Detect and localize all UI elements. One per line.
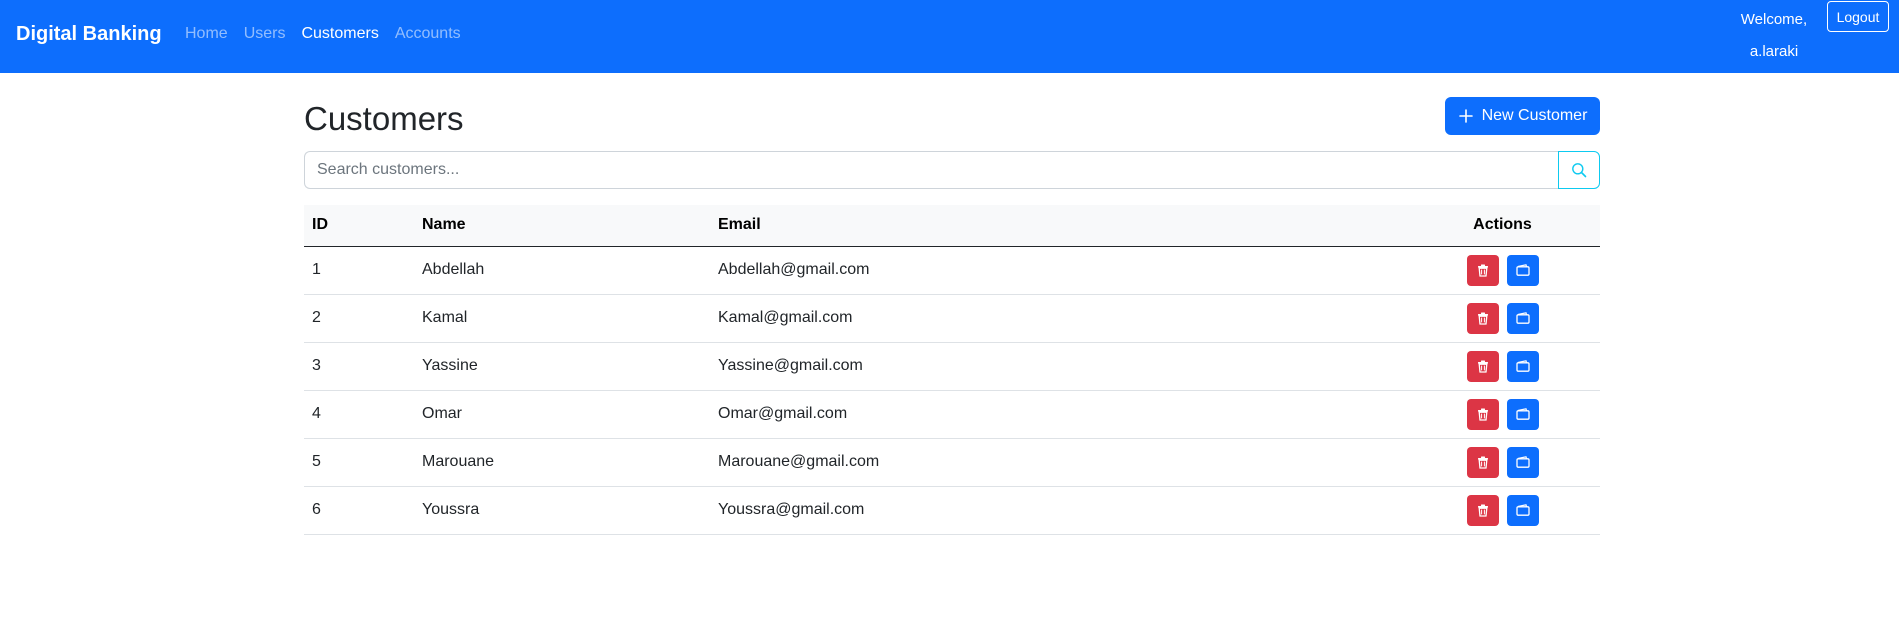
customers-table: ID Name Email Actions 1 Abdellah Abdellah@… bbox=[304, 205, 1600, 535]
row-actions bbox=[1466, 254, 1539, 286]
cell-actions bbox=[1405, 390, 1600, 439]
search-button[interactable] bbox=[1558, 151, 1600, 189]
customer-accounts-button[interactable] bbox=[1506, 446, 1539, 478]
row-actions bbox=[1466, 494, 1539, 526]
nav-link-accounts[interactable]: Accounts bbox=[395, 22, 461, 46]
cell-id: 1 bbox=[304, 246, 414, 295]
nav-link-home[interactable]: Home bbox=[185, 22, 228, 46]
nav-link-users[interactable]: Users bbox=[244, 22, 286, 46]
trash-icon bbox=[1477, 504, 1488, 517]
search-input[interactable] bbox=[304, 151, 1558, 189]
cell-id: 4 bbox=[304, 390, 414, 439]
cell-name: Marouane bbox=[414, 438, 710, 487]
row-actions bbox=[1466, 302, 1539, 334]
cell-actions bbox=[1405, 246, 1600, 295]
cell-name: Yassine bbox=[414, 342, 710, 391]
plus-icon bbox=[1458, 109, 1473, 123]
trash-icon bbox=[1477, 312, 1488, 325]
customer-accounts-button[interactable] bbox=[1506, 398, 1539, 430]
cell-id: 5 bbox=[304, 438, 414, 487]
wallet-icon bbox=[1515, 360, 1530, 372]
nav-links: Home Users Customers Accounts bbox=[185, 22, 461, 46]
delete-customer-button[interactable] bbox=[1466, 350, 1499, 382]
search-bar bbox=[304, 151, 1600, 189]
delete-customer-button[interactable] bbox=[1466, 254, 1499, 286]
cell-name: Abdellah bbox=[414, 246, 710, 295]
trash-icon bbox=[1477, 360, 1488, 373]
row-actions bbox=[1466, 350, 1539, 382]
new-customer-button[interactable]: New Customer bbox=[1445, 97, 1600, 135]
brand-logo[interactable]: Digital Banking bbox=[16, 20, 162, 48]
table-row: 1 Abdellah Abdellah@gmail.com bbox=[304, 246, 1600, 295]
cell-email: Youssra@gmail.com bbox=[710, 486, 1405, 535]
search-icon bbox=[1572, 163, 1587, 178]
cell-email: Yassine@gmail.com bbox=[710, 342, 1405, 391]
table-header: ID Name Email Actions bbox=[304, 205, 1600, 247]
cell-email: Marouane@gmail.com bbox=[710, 438, 1405, 487]
delete-customer-button[interactable] bbox=[1466, 446, 1499, 478]
wallet-icon bbox=[1515, 312, 1530, 324]
cell-email: Abdellah@gmail.com bbox=[710, 246, 1405, 295]
cell-actions bbox=[1405, 438, 1600, 487]
table-row: 5 Marouane Marouane@gmail.com bbox=[304, 438, 1600, 487]
top-navbar: Digital Banking Home Users Customers Acc… bbox=[0, 0, 1899, 73]
delete-customer-button[interactable] bbox=[1466, 302, 1499, 334]
table-row: 4 Omar Omar@gmail.com bbox=[304, 390, 1600, 439]
cell-id: 2 bbox=[304, 294, 414, 343]
table-body: 1 Abdellah Abdellah@gmail.com 2 Kamal Kamal@g… bbox=[304, 246, 1600, 535]
table-row: 3 Yassine Yassine@gmail.com bbox=[304, 342, 1600, 391]
cell-email: Kamal@gmail.com bbox=[710, 294, 1405, 343]
customer-accounts-button[interactable] bbox=[1506, 350, 1539, 382]
customer-accounts-button[interactable] bbox=[1506, 254, 1539, 286]
table-row: 2 Kamal Kamal@gmail.com bbox=[304, 294, 1600, 343]
logout-button[interactable]: Logout bbox=[1827, 1, 1889, 32]
wallet-icon bbox=[1515, 504, 1530, 516]
cell-name: Omar bbox=[414, 390, 710, 439]
cell-id: 6 bbox=[304, 486, 414, 535]
customer-accounts-button[interactable] bbox=[1506, 494, 1539, 526]
nav-link-customers[interactable]: Customers bbox=[301, 22, 378, 46]
header-actions: Actions bbox=[1405, 205, 1600, 247]
cell-actions bbox=[1405, 342, 1600, 391]
trash-icon bbox=[1477, 264, 1488, 277]
header-id: ID bbox=[304, 205, 414, 247]
page-title: Customers bbox=[304, 100, 464, 137]
welcome-text: Welcome, a.laraki bbox=[1740, 11, 1808, 60]
cell-name: Youssra bbox=[414, 486, 710, 535]
table-row: 6 Youssra Youssra@gmail.com bbox=[304, 486, 1600, 535]
row-actions bbox=[1466, 446, 1539, 478]
delete-customer-button[interactable] bbox=[1466, 494, 1499, 526]
wallet-icon bbox=[1515, 408, 1530, 420]
header-name: Name bbox=[414, 205, 710, 247]
cell-id: 3 bbox=[304, 342, 414, 391]
cell-actions bbox=[1405, 294, 1600, 343]
cell-email: Omar@gmail.com bbox=[710, 390, 1405, 439]
delete-customer-button[interactable] bbox=[1466, 398, 1499, 430]
cell-name: Kamal bbox=[414, 294, 710, 343]
wallet-icon bbox=[1515, 456, 1530, 468]
wallet-icon bbox=[1515, 264, 1530, 276]
customer-accounts-button[interactable] bbox=[1506, 302, 1539, 334]
trash-icon bbox=[1477, 456, 1488, 469]
header-email: Email bbox=[710, 205, 1405, 247]
new-customer-label: New Customer bbox=[1481, 107, 1588, 124]
row-actions bbox=[1466, 398, 1539, 430]
cell-actions bbox=[1405, 486, 1600, 535]
trash-icon bbox=[1477, 408, 1488, 421]
